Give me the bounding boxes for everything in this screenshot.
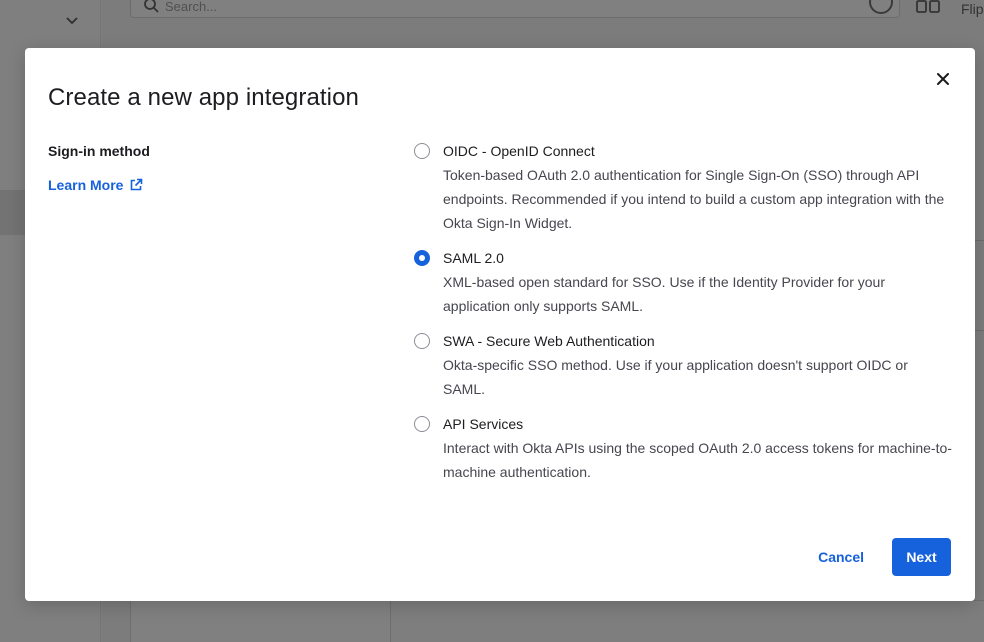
background-search-input: Search... xyxy=(130,0,900,18)
background-divider xyxy=(975,240,984,241)
background-panel-left xyxy=(130,600,391,642)
background-divider xyxy=(975,330,984,331)
create-app-integration-dialog: Create a new app integration Sign-in met… xyxy=(25,48,975,601)
sign-in-method-column: Sign-in method Learn More xyxy=(48,143,388,193)
sign-in-method-label: Sign-in method xyxy=(48,143,150,159)
dialog-footer: Cancel Next xyxy=(805,538,951,576)
option-swa[interactable]: SWA - Secure Web Authentication Okta-spe… xyxy=(413,332,953,401)
option-label: API Services xyxy=(443,416,524,432)
option-api-services[interactable]: API Services Interact with Okta APIs usi… xyxy=(413,415,953,484)
close-button[interactable] xyxy=(931,70,955,88)
option-oidc[interactable]: OIDC - OpenID Connect Token-based OAuth … xyxy=(413,142,953,235)
radio-api-services[interactable] xyxy=(414,416,430,432)
option-saml[interactable]: SAML 2.0 XML-based open standard for SSO… xyxy=(413,249,953,318)
sidebar-selected-band xyxy=(0,190,25,235)
header-partial-text: Flip xyxy=(961,1,984,17)
next-button[interactable]: Next xyxy=(892,538,951,576)
option-description: Okta-specific SSO method. Use if your ap… xyxy=(443,357,908,397)
background-panel-right xyxy=(391,600,984,642)
option-label: SWA - Secure Web Authentication xyxy=(443,333,655,349)
sign-in-method-options: OIDC - OpenID Connect Token-based OAuth … xyxy=(413,142,953,498)
learn-more-label: Learn More xyxy=(48,177,124,193)
option-label: OIDC - OpenID Connect xyxy=(443,143,595,159)
option-description: Interact with Okta APIs using the scoped… xyxy=(443,440,952,480)
option-description: Token-based OAuth 2.0 authentication for… xyxy=(443,167,945,231)
dialog-title: Create a new app integration xyxy=(48,84,360,111)
radio-swa[interactable] xyxy=(414,333,430,349)
option-description: XML-based open standard for SSO. Use if … xyxy=(443,274,885,314)
option-label: SAML 2.0 xyxy=(443,250,504,266)
radio-saml[interactable] xyxy=(414,250,430,266)
learn-more-link[interactable]: Learn More xyxy=(48,177,143,193)
grid-icon xyxy=(916,0,940,13)
cancel-button[interactable]: Cancel xyxy=(805,538,877,576)
chevron-down-icon xyxy=(66,17,78,25)
radio-oidc[interactable] xyxy=(414,143,430,159)
search-placeholder: Search... xyxy=(165,0,218,14)
close-icon xyxy=(937,73,949,85)
search-icon xyxy=(144,0,159,13)
external-link-icon xyxy=(131,178,143,191)
